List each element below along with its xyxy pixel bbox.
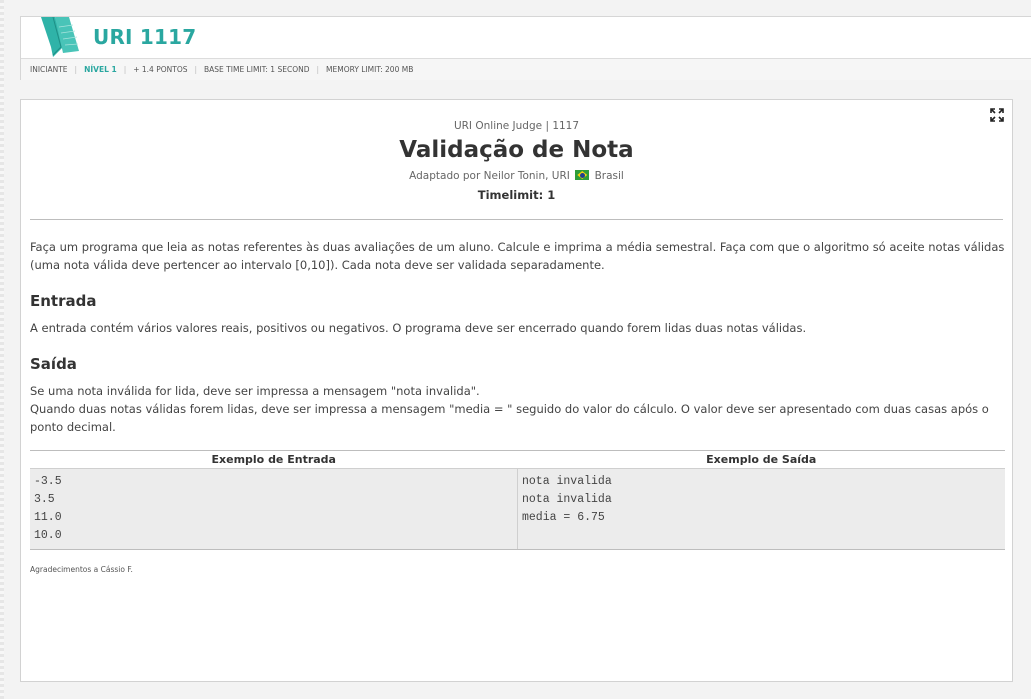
page-edge <box>0 0 4 699</box>
author-line: Adaptado por Neilor Tonin, URI Brasil <box>21 170 1012 182</box>
memory-limit-label: MEMORY LIMIT: 200 MB <box>326 65 414 74</box>
brazil-flag-icon <box>575 170 590 180</box>
sample-input-line: 10.0 <box>34 529 62 542</box>
separator: | <box>74 65 78 74</box>
sample-output-line: nota invalida <box>522 475 612 488</box>
sample-output-header: Exemplo de Saída <box>706 453 817 466</box>
time-limit-label: BASE TIME LIMIT: 1 SECOND <box>204 65 310 74</box>
output-description-1: Se uma nota inválida for lida, deve ser … <box>30 384 480 398</box>
separator: | <box>194 65 198 74</box>
sample-output[interactable]: nota invalida nota invalida media = 6.75 <box>517 469 1005 549</box>
sample-output-line: nota invalida <box>522 493 612 506</box>
author-text: Adaptado por Neilor Tonin, URI <box>409 170 570 182</box>
uri-logo-icon[interactable] <box>39 17 83 57</box>
problem-name-heading: Validação de Nota <box>399 137 634 163</box>
output-description-2: Quando duas notas válidas forem lidas, d… <box>30 402 989 434</box>
sample-table-header: Exemplo de Entrada Exemplo de Saída <box>30 451 1005 469</box>
sample-input-line: 11.0 <box>34 511 62 524</box>
sample-output-line: media = 6.75 <box>522 511 605 524</box>
problem-header: URI 1117 INICIANTE | NÍVEL 1 | + 1.4 PON… <box>20 16 1031 80</box>
country-text: Brasil <box>594 170 624 182</box>
input-heading: Entrada <box>30 292 97 310</box>
sample-input[interactable]: -3.5 3.5 11.0 10.0 <box>30 469 517 549</box>
sample-input-line: 3.5 <box>34 493 55 506</box>
points-label: + 1.4 PONTOS <box>133 65 188 74</box>
problem-info-bar: INICIANTE | NÍVEL 1 | + 1.4 PONTOS | BAS… <box>21 58 1031 80</box>
level-label: NÍVEL 1 <box>84 65 117 74</box>
sample-input-header: Exemplo de Entrada <box>211 453 336 466</box>
category-label[interactable]: INICIANTE <box>30 65 68 74</box>
separator: | <box>123 65 127 74</box>
problem-title: URI 1117 <box>93 25 197 49</box>
sample-input-line: -3.5 <box>34 475 62 488</box>
input-description: A entrada contém vários valores reais, p… <box>30 321 807 335</box>
divider <box>30 219 1003 220</box>
judge-line: URI Online Judge | 1117 <box>453 120 580 132</box>
separator: | <box>316 65 320 74</box>
sample-table-body: -3.5 3.5 11.0 10.0 nota invalida nota in… <box>30 469 1005 549</box>
output-heading: Saída <box>30 355 77 373</box>
problem-statement-panel: URI Online Judge | 1117 Validação de Not… <box>20 99 1013 682</box>
acknowledgements: Agradecimentos a Cássio F. <box>30 565 133 574</box>
sample-table: Exemplo de Entrada Exemplo de Saída -3.5… <box>30 450 1005 550</box>
statement-text: Faça um programa que leia as notas refer… <box>30 240 1005 272</box>
timelimit: Timelimit: 1 <box>477 188 556 202</box>
